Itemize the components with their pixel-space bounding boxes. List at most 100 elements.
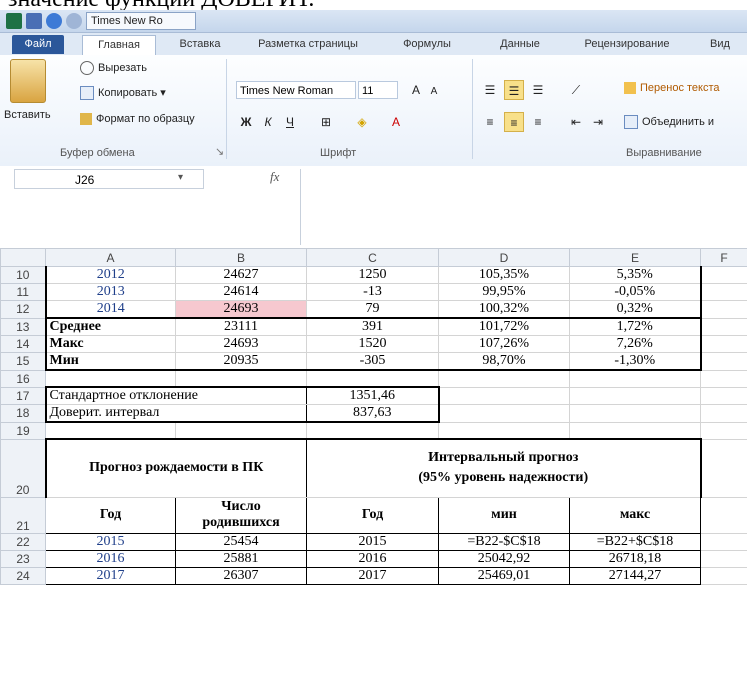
- cell[interactable]: 391: [306, 317, 439, 336]
- cell[interactable]: 5,35%: [569, 266, 702, 284]
- format-painter-button[interactable]: Формат по образцу: [80, 113, 195, 126]
- align-center-icon[interactable]: ≡: [504, 112, 524, 132]
- cell[interactable]: 837,63: [306, 404, 440, 423]
- column-header[interactable]: A: [45, 248, 176, 267]
- cell[interactable]: 100,32%: [438, 300, 570, 319]
- row-header[interactable]: 23: [0, 549, 46, 568]
- cell[interactable]: 101,72%: [438, 317, 570, 336]
- increase-font-icon[interactable]: A: [406, 80, 426, 100]
- cut-button[interactable]: Вырезать: [80, 61, 147, 75]
- cell[interactable]: 24693: [175, 335, 307, 353]
- cell[interactable]: [569, 421, 701, 440]
- align-middle-icon[interactable]: ☰: [504, 80, 524, 100]
- select-all-corner[interactable]: [0, 248, 46, 267]
- cell[interactable]: =B22+$C$18: [569, 532, 701, 551]
- name-box[interactable]: J26: [14, 169, 204, 189]
- cell[interactable]: [700, 335, 747, 353]
- header-cell[interactable]: мин: [438, 496, 570, 534]
- borders-icon[interactable]: ⊞: [316, 112, 336, 132]
- cell[interactable]: 2012: [44, 266, 176, 284]
- paste-icon[interactable]: [10, 59, 46, 103]
- tab-review[interactable]: Рецензирование: [568, 35, 686, 54]
- cell[interactable]: [175, 421, 307, 440]
- row-header[interactable]: 11: [0, 283, 46, 301]
- cell[interactable]: Среднее: [44, 317, 176, 336]
- copy-button[interactable]: Копировать ▾: [80, 86, 166, 101]
- clipboard-launcher-icon[interactable]: ↘: [215, 145, 224, 158]
- tab-formulas[interactable]: Формулы: [392, 35, 462, 54]
- cell[interactable]: 25454: [175, 532, 307, 551]
- cell[interactable]: 24627: [175, 266, 307, 284]
- cell[interactable]: 2014: [44, 300, 176, 319]
- row-header[interactable]: 21: [0, 496, 46, 534]
- row-header[interactable]: 17: [0, 386, 46, 405]
- align-left-icon[interactable]: ≡: [480, 112, 500, 132]
- cell[interactable]: [700, 421, 747, 440]
- row-header[interactable]: 24: [0, 566, 46, 585]
- cell[interactable]: 2013: [44, 283, 176, 301]
- tab-home[interactable]: Главная: [82, 35, 156, 56]
- font-color-icon[interactable]: A: [386, 112, 406, 132]
- cell[interactable]: [306, 369, 439, 388]
- cell[interactable]: [700, 532, 747, 551]
- fx-icon[interactable]: fx: [270, 169, 279, 185]
- font-size-combo[interactable]: 11: [358, 81, 398, 99]
- row-header[interactable]: 16: [0, 369, 46, 388]
- cell[interactable]: 2015: [306, 532, 439, 551]
- formula-input[interactable]: [300, 169, 747, 245]
- tab-data[interactable]: Данные: [485, 35, 555, 54]
- interval-title-cell[interactable]: Интервальный прогноз (95% уровень надежно…: [306, 438, 702, 498]
- tab-insert[interactable]: Вставка: [170, 35, 230, 54]
- paste-button[interactable]: Вставить: [4, 109, 51, 121]
- align-bottom-icon[interactable]: ☰: [528, 80, 548, 100]
- cell[interactable]: [569, 404, 701, 423]
- row-header[interactable]: 14: [0, 335, 46, 353]
- cell[interactable]: 107,26%: [438, 335, 570, 353]
- row-header[interactable]: 12: [0, 300, 46, 319]
- align-top-icon[interactable]: ☰: [480, 80, 500, 100]
- cell[interactable]: 98,70%: [438, 352, 570, 371]
- align-right-icon[interactable]: ≡: [528, 112, 548, 132]
- cell[interactable]: -0,05%: [569, 283, 702, 301]
- header-cell[interactable]: Год: [306, 496, 439, 534]
- cell[interactable]: 20935: [175, 352, 307, 371]
- cell[interactable]: [438, 404, 570, 423]
- cell[interactable]: [700, 566, 747, 585]
- cell[interactable]: 27144,27: [569, 566, 701, 585]
- cell[interactable]: 2017: [45, 566, 176, 585]
- underline-button[interactable]: Ч: [280, 112, 300, 132]
- column-header[interactable]: E: [569, 248, 701, 267]
- cell[interactable]: 26718,18: [569, 549, 701, 568]
- undo-icon[interactable]: [46, 13, 62, 29]
- cell[interactable]: 79: [306, 300, 439, 319]
- cell[interactable]: [700, 300, 747, 319]
- cell[interactable]: 26307: [175, 566, 307, 585]
- decrease-font-icon[interactable]: A: [424, 82, 444, 102]
- font-name-combo[interactable]: Times New Roman: [236, 81, 356, 99]
- cell[interactable]: [700, 317, 747, 336]
- cell[interactable]: -305: [306, 352, 439, 371]
- redo-icon[interactable]: [66, 13, 82, 29]
- column-header[interactable]: C: [306, 248, 439, 267]
- orientation-icon[interactable]: ⟋: [566, 80, 586, 100]
- row-header[interactable]: 19: [0, 421, 46, 440]
- cell[interactable]: [700, 369, 747, 388]
- column-header[interactable]: D: [438, 248, 570, 267]
- cell[interactable]: [700, 404, 747, 423]
- row-header[interactable]: 22: [0, 532, 46, 551]
- cell[interactable]: =B22-$C$18: [438, 532, 570, 551]
- cell[interactable]: [700, 496, 747, 534]
- qat-font-combo[interactable]: Times New Ro: [86, 12, 196, 30]
- increase-indent-icon[interactable]: ⇥: [588, 112, 608, 132]
- header-cell[interactable]: Год: [45, 496, 176, 534]
- row-header[interactable]: 15: [0, 352, 46, 371]
- cell[interactable]: 7,26%: [569, 335, 702, 353]
- cell[interactable]: [438, 421, 570, 440]
- cell[interactable]: [175, 369, 307, 388]
- cell[interactable]: Мин: [44, 352, 176, 371]
- cell[interactable]: [700, 352, 747, 371]
- header-cell[interactable]: макс: [569, 496, 701, 534]
- cell[interactable]: 25881: [175, 549, 307, 568]
- tab-page-layout[interactable]: Разметка страницы: [248, 35, 368, 54]
- cell[interactable]: [438, 369, 570, 388]
